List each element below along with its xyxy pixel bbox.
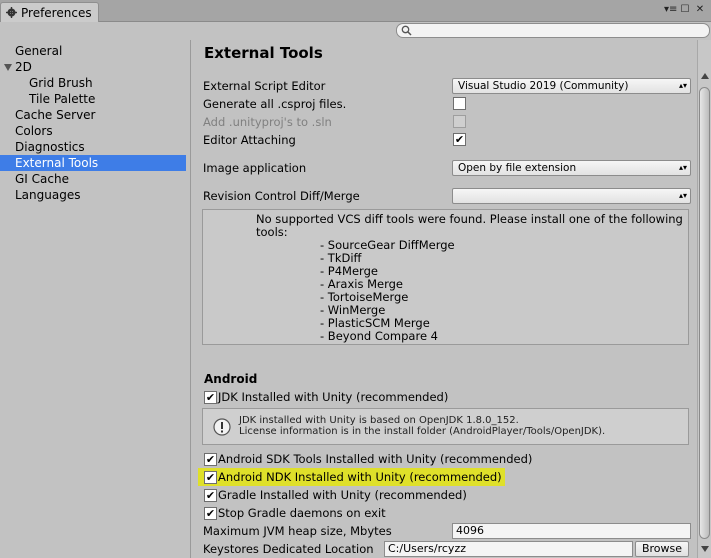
vertical-scrollbar[interactable] bbox=[697, 40, 711, 558]
checkmark-icon: ✔ bbox=[205, 471, 216, 484]
tab-label: Preferences bbox=[21, 5, 92, 20]
dropdown-arrows-icon: ▴▾ bbox=[678, 191, 687, 200]
script-editor-value: Visual Studio 2019 (Community) bbox=[458, 80, 629, 92]
checkmark-icon: ✔ bbox=[205, 453, 216, 466]
jdk-info-box: JDK installed with Unity is based on Ope… bbox=[202, 408, 689, 445]
jdk-checkbox[interactable]: ✔ bbox=[204, 391, 217, 404]
menu-icon[interactable]: ▾≡ bbox=[664, 4, 677, 16]
info-icon bbox=[213, 418, 231, 436]
browse-button[interactable]: Browse bbox=[635, 541, 689, 557]
script-editor-dropdown[interactable]: Visual Studio 2019 (Community) ▴▾ bbox=[452, 78, 691, 94]
sidebar-item-grid-brush[interactable]: Grid Brush bbox=[29, 75, 93, 91]
tab-preferences[interactable]: Preferences bbox=[0, 2, 99, 22]
jdk-info-line-1: JDK installed with Unity is based on Ope… bbox=[239, 415, 519, 426]
script-editor-label: External Script Editor bbox=[203, 79, 326, 93]
jdk-info-line-2: License information is in the install fo… bbox=[239, 426, 606, 437]
dropdown-arrows-icon: ▴▾ bbox=[678, 163, 687, 172]
android-section-title: Android bbox=[204, 372, 258, 386]
sidebar-item-gi-cache[interactable]: GI Cache bbox=[15, 171, 69, 187]
sidebar-item-diagnostics[interactable]: Diagnostics bbox=[15, 139, 85, 155]
vcs-help-box: No supported VCS diff tools were found. … bbox=[202, 209, 689, 345]
sidebar-item-languages[interactable]: Languages bbox=[15, 187, 80, 203]
sidebar-item-colors[interactable]: Colors bbox=[15, 123, 53, 139]
gear-icon bbox=[6, 7, 17, 18]
generate-csproj-label: Generate all .csproj files. bbox=[203, 97, 347, 111]
image-app-dropdown[interactable]: Open by file extension ▴▾ bbox=[452, 160, 691, 176]
sdk-checkbox[interactable]: ✔ bbox=[204, 453, 217, 466]
checkmark-icon: ✔ bbox=[454, 133, 465, 146]
sidebar-item-2d[interactable]: 2D bbox=[15, 59, 32, 75]
gradle-checkbox[interactable]: ✔ bbox=[204, 489, 217, 502]
keystores-label: Keystores Dedicated Location bbox=[203, 542, 374, 556]
jvm-heap-field[interactable]: 4096 bbox=[452, 523, 691, 539]
expand-triangle-icon[interactable] bbox=[4, 64, 12, 71]
close-icon[interactable]: ✕ bbox=[694, 4, 706, 16]
sidebar-item-cache-server[interactable]: Cache Server bbox=[15, 107, 95, 123]
sidebar-item-external-tools[interactable]: External Tools bbox=[0, 155, 186, 171]
jdk-label: JDK Installed with Unity (recommended) bbox=[218, 390, 449, 404]
list-item: - Beyond Compare 4 bbox=[320, 329, 438, 343]
external-tools-panel: External Tools External Script Editor Vi… bbox=[192, 40, 696, 558]
image-app-label: Image application bbox=[203, 161, 307, 175]
dropdown-arrows-icon: ▴▾ bbox=[678, 81, 687, 90]
revision-diff-dropdown[interactable]: ▴▾ bbox=[452, 188, 691, 204]
sidebar-item-tile-palette[interactable]: Tile Palette bbox=[29, 91, 95, 107]
window-titlebar: Preferences ▾≡ ☐ ✕ bbox=[0, 0, 711, 22]
ndk-checkbox[interactable]: ✔ bbox=[204, 471, 217, 484]
scroll-up-icon[interactable] bbox=[701, 73, 709, 79]
image-app-value: Open by file extension bbox=[458, 162, 577, 174]
add-unityproj-checkbox[interactable] bbox=[453, 115, 466, 128]
preferences-sidebar: General 2D Grid Brush Tile Palette Cache… bbox=[0, 40, 191, 558]
revision-diff-label: Revision Control Diff/Merge bbox=[203, 189, 360, 203]
stop-gradle-label: Stop Gradle daemons on exit bbox=[218, 506, 386, 520]
add-unityproj-label: Add .unityproj's to .sln bbox=[203, 115, 332, 129]
jvm-heap-label: Maximum JVM heap size, Mbytes bbox=[203, 524, 392, 538]
stop-gradle-checkbox[interactable]: ✔ bbox=[204, 507, 217, 520]
vcs-message: No supported VCS diff tools were found. … bbox=[256, 212, 683, 239]
scrollbar-thumb[interactable] bbox=[699, 87, 710, 539]
jdk-info-text: JDK installed with Unity is based on Ope… bbox=[239, 415, 605, 437]
checkmark-icon: ✔ bbox=[205, 489, 216, 502]
search-icon bbox=[401, 25, 412, 39]
checkmark-icon: ✔ bbox=[205, 391, 216, 404]
maximize-icon[interactable]: ☐ bbox=[679, 4, 691, 16]
editor-attaching-label: Editor Attaching bbox=[203, 133, 296, 147]
gradle-label: Gradle Installed with Unity (recommended… bbox=[218, 488, 467, 502]
ndk-label: Android NDK Installed with Unity (recomm… bbox=[218, 470, 502, 484]
editor-attaching-checkbox[interactable]: ✔ bbox=[453, 133, 466, 146]
sidebar-item-general[interactable]: General bbox=[15, 43, 62, 59]
vcs-tool-list: - SourceGear DiffMerge - TkDiff - P4Merg… bbox=[320, 239, 455, 343]
page-title: External Tools bbox=[204, 44, 323, 62]
checkmark-icon: ✔ bbox=[205, 507, 216, 520]
generate-csproj-checkbox[interactable] bbox=[453, 97, 466, 110]
sdk-label: Android SDK Tools Installed with Unity (… bbox=[218, 452, 533, 466]
keystores-field[interactable]: C:/Users/rcyzz bbox=[384, 541, 633, 557]
search-input[interactable] bbox=[396, 23, 710, 38]
scroll-down-icon[interactable] bbox=[701, 546, 709, 552]
search-bar bbox=[0, 22, 711, 40]
